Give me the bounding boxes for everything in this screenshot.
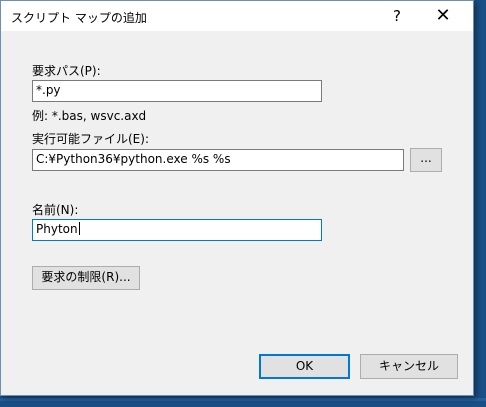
executable-label: 実行可能ファイル(E): bbox=[32, 132, 149, 146]
add-script-map-dialog: スクリプト マップの追加 ? ✕ 要求パス(P): *.py 例: *.bas,… bbox=[0, 0, 474, 396]
executable-input[interactable]: C:¥Python36¥python.exe %s %s bbox=[32, 149, 404, 171]
name-value: Phyton bbox=[36, 222, 78, 236]
name-input[interactable]: Phyton bbox=[32, 219, 322, 241]
name-label: 名前(N): bbox=[32, 203, 79, 217]
cancel-button[interactable]: キャンセル bbox=[360, 354, 458, 379]
close-button[interactable]: ✕ bbox=[423, 1, 463, 31]
help-button[interactable]: ? bbox=[377, 1, 417, 31]
desktop-background bbox=[0, 398, 486, 401]
request-path-value: *.py bbox=[36, 83, 61, 97]
request-path-label: 要求パス(P): bbox=[32, 64, 101, 78]
text-caret bbox=[78, 222, 80, 235]
dialog-title: スクリプト マップの追加 bbox=[11, 11, 147, 25]
ok-button[interactable]: OK bbox=[259, 354, 350, 379]
title-bar: スクリプト マップの追加 ? ✕ bbox=[1, 1, 473, 31]
request-path-input[interactable]: *.py bbox=[32, 80, 322, 102]
browse-button[interactable]: ... bbox=[410, 148, 442, 172]
request-restrictions-button[interactable]: 要求の制限(R)... bbox=[32, 266, 140, 290]
executable-value: C:¥Python36¥python.exe %s %s bbox=[36, 152, 231, 166]
request-path-example: 例: *.bas, wsvc.axd bbox=[32, 109, 147, 123]
